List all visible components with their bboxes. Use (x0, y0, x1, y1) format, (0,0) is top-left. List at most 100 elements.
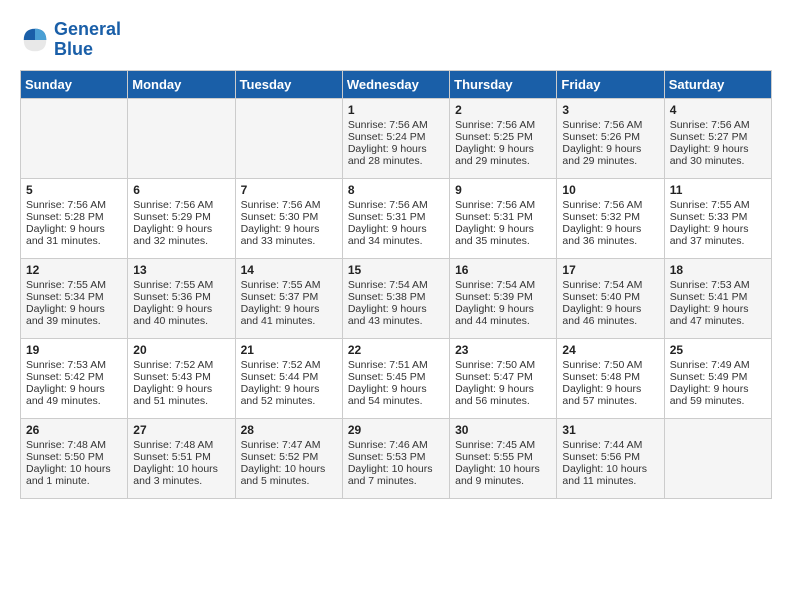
day-number: 23 (455, 343, 551, 357)
calendar-week-4: 19 Sunrise: 7:53 AM Sunset: 5:42 PM Dayl… (21, 338, 772, 418)
day-number: 13 (133, 263, 229, 277)
day-number: 7 (241, 183, 337, 197)
calendar-cell: 30 Sunrise: 7:45 AM Sunset: 5:55 PM Dayl… (450, 418, 557, 498)
page-header: General Blue (20, 20, 772, 60)
sunset: Sunset: 5:26 PM (562, 131, 640, 143)
sunset: Sunset: 5:52 PM (241, 451, 319, 463)
day-number: 22 (348, 343, 444, 357)
sunrise: Sunrise: 7:56 AM (455, 199, 535, 211)
sunrise: Sunrise: 7:51 AM (348, 359, 428, 371)
calendar-cell: 22 Sunrise: 7:51 AM Sunset: 5:45 PM Dayl… (342, 338, 449, 418)
calendar-cell (664, 418, 771, 498)
calendar-cell: 26 Sunrise: 7:48 AM Sunset: 5:50 PM Dayl… (21, 418, 128, 498)
sunset: Sunset: 5:31 PM (348, 211, 426, 223)
day-number: 17 (562, 263, 658, 277)
daylight: Daylight: 9 hours and 31 minutes. (26, 223, 105, 247)
day-header-saturday: Saturday (664, 70, 771, 98)
calendar-week-5: 26 Sunrise: 7:48 AM Sunset: 5:50 PM Dayl… (21, 418, 772, 498)
day-number: 4 (670, 103, 766, 117)
daylight: Daylight: 9 hours and 33 minutes. (241, 223, 320, 247)
day-number: 1 (348, 103, 444, 117)
daylight: Daylight: 9 hours and 30 minutes. (670, 143, 749, 167)
calendar-cell: 9 Sunrise: 7:56 AM Sunset: 5:31 PM Dayli… (450, 178, 557, 258)
sunset: Sunset: 5:55 PM (455, 451, 533, 463)
day-number: 12 (26, 263, 122, 277)
day-number: 6 (133, 183, 229, 197)
daylight: Daylight: 9 hours and 59 minutes. (670, 383, 749, 407)
daylight: Daylight: 9 hours and 29 minutes. (562, 143, 641, 167)
day-number: 27 (133, 423, 229, 437)
daylight: Daylight: 10 hours and 11 minutes. (562, 463, 647, 487)
daylight: Daylight: 9 hours and 32 minutes. (133, 223, 212, 247)
calendar-cell (128, 98, 235, 178)
sunset: Sunset: 5:53 PM (348, 451, 426, 463)
calendar-cell: 4 Sunrise: 7:56 AM Sunset: 5:27 PM Dayli… (664, 98, 771, 178)
day-number: 20 (133, 343, 229, 357)
calendar-cell: 25 Sunrise: 7:49 AM Sunset: 5:49 PM Dayl… (664, 338, 771, 418)
day-number: 14 (241, 263, 337, 277)
calendar-cell: 17 Sunrise: 7:54 AM Sunset: 5:40 PM Dayl… (557, 258, 664, 338)
calendar-cell: 7 Sunrise: 7:56 AM Sunset: 5:30 PM Dayli… (235, 178, 342, 258)
calendar-cell: 12 Sunrise: 7:55 AM Sunset: 5:34 PM Dayl… (21, 258, 128, 338)
daylight: Daylight: 9 hours and 44 minutes. (455, 303, 534, 327)
logo-text: General Blue (54, 20, 121, 60)
sunrise: Sunrise: 7:49 AM (670, 359, 750, 371)
sunset: Sunset: 5:50 PM (26, 451, 104, 463)
daylight: Daylight: 9 hours and 40 minutes. (133, 303, 212, 327)
sunset: Sunset: 5:48 PM (562, 371, 640, 383)
day-number: 31 (562, 423, 658, 437)
sunrise: Sunrise: 7:56 AM (348, 199, 428, 211)
daylight: Daylight: 9 hours and 54 minutes. (348, 383, 427, 407)
sunrise: Sunrise: 7:56 AM (455, 119, 535, 131)
logo-icon (20, 25, 50, 55)
sunrise: Sunrise: 7:44 AM (562, 439, 642, 451)
calendar-cell: 10 Sunrise: 7:56 AM Sunset: 5:32 PM Dayl… (557, 178, 664, 258)
calendar-cell: 15 Sunrise: 7:54 AM Sunset: 5:38 PM Dayl… (342, 258, 449, 338)
day-number: 10 (562, 183, 658, 197)
day-header-monday: Monday (128, 70, 235, 98)
day-number: 11 (670, 183, 766, 197)
calendar-week-1: 1 Sunrise: 7:56 AM Sunset: 5:24 PM Dayli… (21, 98, 772, 178)
sunrise: Sunrise: 7:54 AM (455, 279, 535, 291)
sunset: Sunset: 5:38 PM (348, 291, 426, 303)
daylight: Daylight: 9 hours and 41 minutes. (241, 303, 320, 327)
daylight: Daylight: 9 hours and 28 minutes. (348, 143, 427, 167)
daylight: Daylight: 10 hours and 3 minutes. (133, 463, 218, 487)
sunset: Sunset: 5:44 PM (241, 371, 319, 383)
day-number: 9 (455, 183, 551, 197)
daylight: Daylight: 9 hours and 46 minutes. (562, 303, 641, 327)
calendar-cell: 20 Sunrise: 7:52 AM Sunset: 5:43 PM Dayl… (128, 338, 235, 418)
sunrise: Sunrise: 7:56 AM (562, 199, 642, 211)
calendar-cell: 13 Sunrise: 7:55 AM Sunset: 5:36 PM Dayl… (128, 258, 235, 338)
sunset: Sunset: 5:29 PM (133, 211, 211, 223)
sunset: Sunset: 5:51 PM (133, 451, 211, 463)
sunrise: Sunrise: 7:48 AM (26, 439, 106, 451)
calendar-table: SundayMondayTuesdayWednesdayThursdayFrid… (20, 70, 772, 499)
daylight: Daylight: 9 hours and 43 minutes. (348, 303, 427, 327)
day-number: 19 (26, 343, 122, 357)
calendar-cell (21, 98, 128, 178)
calendar-cell: 6 Sunrise: 7:56 AM Sunset: 5:29 PM Dayli… (128, 178, 235, 258)
sunrise: Sunrise: 7:50 AM (562, 359, 642, 371)
sunrise: Sunrise: 7:56 AM (26, 199, 106, 211)
calendar-cell: 2 Sunrise: 7:56 AM Sunset: 5:25 PM Dayli… (450, 98, 557, 178)
calendar-cell: 3 Sunrise: 7:56 AM Sunset: 5:26 PM Dayli… (557, 98, 664, 178)
calendar-cell: 14 Sunrise: 7:55 AM Sunset: 5:37 PM Dayl… (235, 258, 342, 338)
daylight: Daylight: 9 hours and 37 minutes. (670, 223, 749, 247)
sunrise: Sunrise: 7:54 AM (562, 279, 642, 291)
sunrise: Sunrise: 7:53 AM (26, 359, 106, 371)
sunrise: Sunrise: 7:50 AM (455, 359, 535, 371)
sunrise: Sunrise: 7:47 AM (241, 439, 321, 451)
daylight: Daylight: 9 hours and 39 minutes. (26, 303, 105, 327)
sunset: Sunset: 5:31 PM (455, 211, 533, 223)
day-header-wednesday: Wednesday (342, 70, 449, 98)
calendar-cell: 29 Sunrise: 7:46 AM Sunset: 5:53 PM Dayl… (342, 418, 449, 498)
sunset: Sunset: 5:42 PM (26, 371, 104, 383)
daylight: Daylight: 9 hours and 34 minutes. (348, 223, 427, 247)
sunrise: Sunrise: 7:56 AM (348, 119, 428, 131)
calendar-cell: 27 Sunrise: 7:48 AM Sunset: 5:51 PM Dayl… (128, 418, 235, 498)
sunset: Sunset: 5:43 PM (133, 371, 211, 383)
calendar-cell: 28 Sunrise: 7:47 AM Sunset: 5:52 PM Dayl… (235, 418, 342, 498)
day-header-thursday: Thursday (450, 70, 557, 98)
daylight: Daylight: 9 hours and 51 minutes. (133, 383, 212, 407)
